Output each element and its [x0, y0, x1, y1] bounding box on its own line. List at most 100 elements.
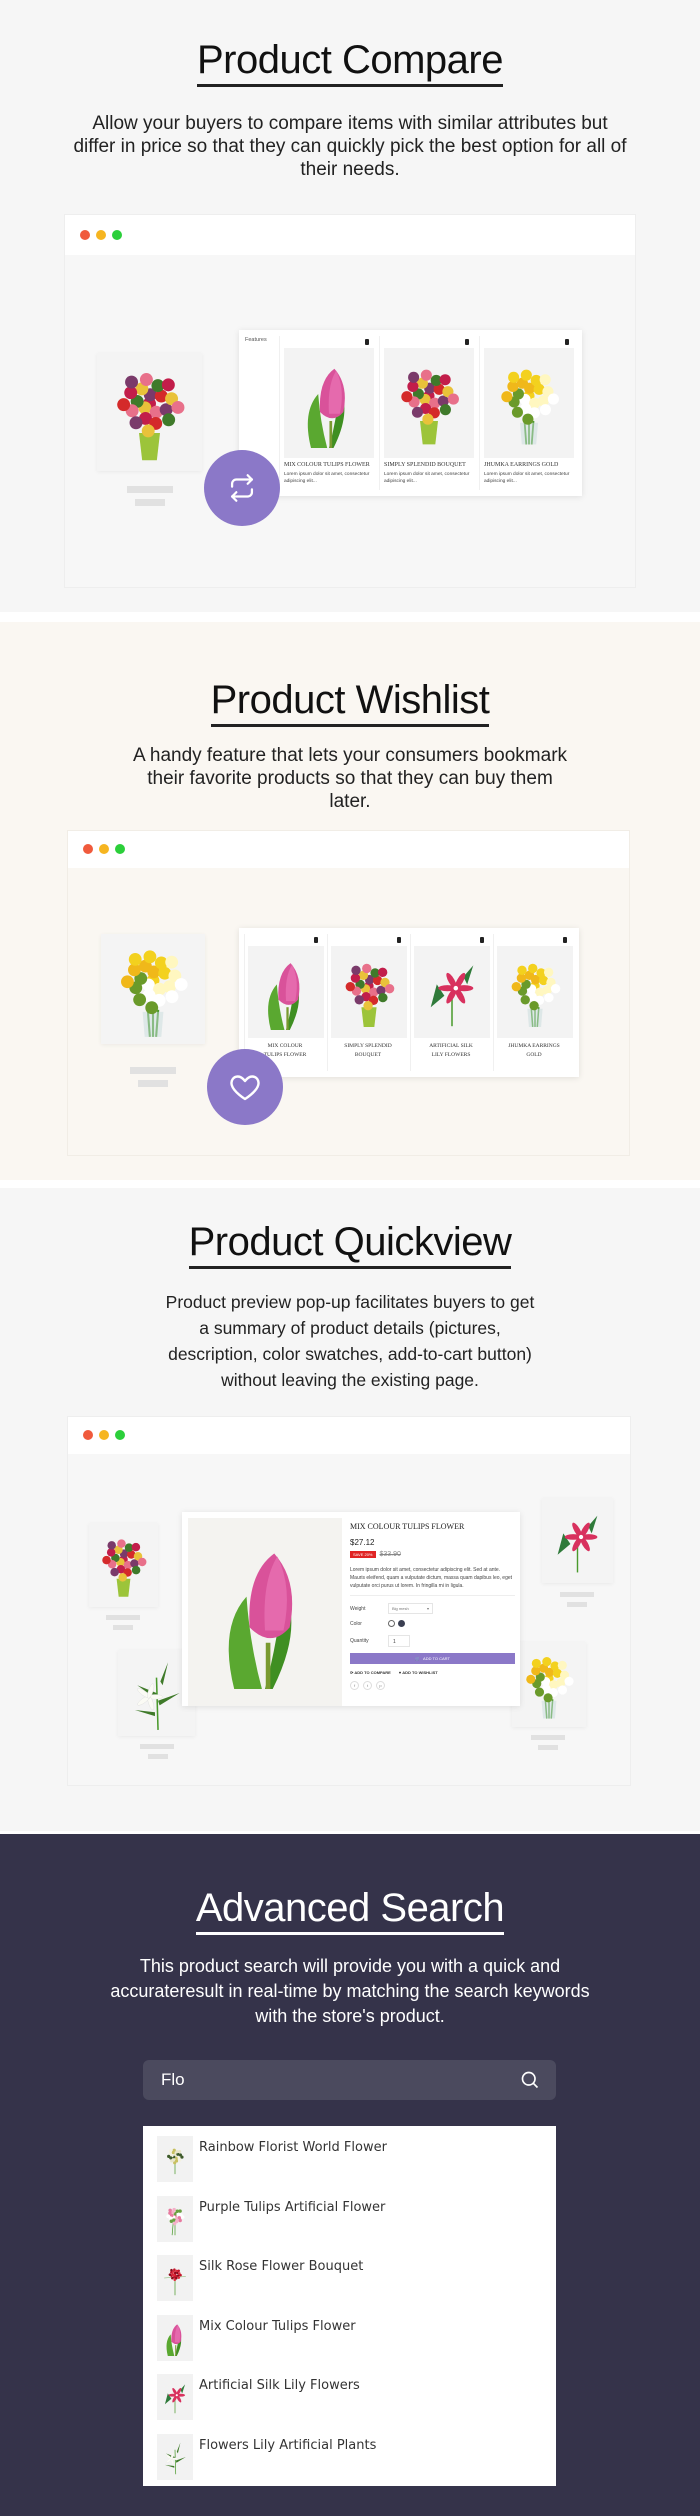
product-card[interactable]	[512, 1642, 586, 1727]
delete-icon[interactable]	[314, 937, 318, 943]
product-name: Jhumka Earrings Gold	[508, 1043, 560, 1058]
compare-arrows-icon	[230, 474, 254, 502]
placeholder-bar	[135, 499, 165, 506]
delete-icon[interactable]	[563, 937, 567, 943]
delete-icon[interactable]	[565, 339, 569, 345]
result-name: Mix Colour Tulips Flower	[199, 2318, 356, 2334]
search-icon[interactable]	[520, 2070, 540, 2090]
result-thumbnail	[157, 2314, 193, 2361]
compare-section: Product Compare Allow your buyers to com…	[0, 0, 700, 612]
placeholder-bar	[138, 1080, 168, 1087]
compare-title: Product Compare	[0, 38, 700, 87]
pinterest-icon[interactable]: p	[376, 1681, 385, 1690]
bouquet-mixed-image	[102, 1539, 147, 1597]
delete-icon[interactable]	[365, 339, 369, 345]
search-result-item[interactable]: Flowers Lily Artificial Plants	[157, 2433, 537, 2486]
product-image	[484, 348, 574, 458]
quickview-section: Product Quickview Product preview pop-up…	[0, 1188, 700, 1831]
maximize-dot-icon	[115, 1430, 125, 1440]
close-dot-icon	[83, 1430, 93, 1440]
browser-window: Features Mix Colour Tulips Flower Lorem …	[64, 214, 636, 588]
add-to-cart-button[interactable]: 🛒 ADD TO CART	[350, 1653, 515, 1664]
tulips-pink-image	[166, 2207, 185, 2235]
chevron-down-icon: ▾	[426, 1606, 429, 1611]
compare-column: Mix Colour Tulips Flower Lorem ipsum dol…	[279, 336, 375, 490]
search-result-item[interactable]: Purple Tulips Artificial Flower	[157, 2195, 537, 2248]
lily-pink-image	[557, 1515, 598, 1573]
bouquet-mixed-image	[117, 373, 185, 461]
quickview-title: Product Quickview	[0, 1220, 700, 1269]
product-card[interactable]	[97, 353, 202, 471]
product-name: Mix Colour Tulips Flower	[350, 1522, 465, 1531]
quantity-stepper[interactable]: 1	[388, 1635, 410, 1647]
weight-value: Big mesh	[392, 1606, 409, 1611]
compare-panel: Features Mix Colour Tulips Flower Lorem …	[239, 330, 582, 496]
search-result-item[interactable]: Rainbow Florist World Flower	[157, 2136, 537, 2188]
cart-icon: 🛒	[415, 1656, 421, 1661]
add-to-wishlist-link[interactable]: ♥ ADD TO WISHLIST	[399, 1670, 438, 1675]
search-result-item[interactable]: Mix Colour Tulips Flower	[157, 2314, 537, 2367]
product-image	[497, 946, 573, 1038]
color-swatch-white[interactable]	[388, 1620, 395, 1627]
compare-button[interactable]	[204, 450, 280, 526]
lily-pink-image	[430, 965, 474, 1027]
product-image	[188, 1518, 342, 1706]
wishlist-button[interactable]	[207, 1049, 283, 1125]
search-result-item[interactable]: Silk Rose Flower Bouquet	[157, 2255, 537, 2307]
product-description: Lorem ipsum dolor sit amet, consectetur …	[350, 1566, 515, 1596]
result-name: Artificial Silk Lily Flowers	[199, 2378, 360, 2393]
product-card[interactable]	[89, 1523, 158, 1607]
heart-icon	[230, 1075, 260, 1101]
result-thumbnail	[157, 2255, 193, 2301]
product-description: Lorem ipsum dolor sit amet, consectetur …	[484, 472, 570, 484]
placeholder-bar	[567, 1602, 587, 1607]
wishlist-section: Product Wishlist A handy feature that le…	[0, 622, 700, 1180]
result-name: Silk Rose Flower Bouquet	[199, 2259, 364, 2274]
placeholder-bar	[560, 1592, 594, 1597]
wishlist-description: A handy feature that lets your consumers…	[132, 745, 568, 812]
close-dot-icon	[80, 230, 90, 240]
search-description: This product search will provide you wit…	[110, 1956, 590, 2026]
delete-icon[interactable]	[397, 937, 401, 943]
tulip-image	[228, 1553, 293, 1689]
placeholder-bar	[140, 1744, 174, 1749]
placeholder-bar	[113, 1625, 133, 1630]
search-input[interactable]: Flo	[143, 2060, 556, 2100]
result-thumbnail	[157, 2136, 193, 2182]
twitter-icon[interactable]: t	[363, 1681, 372, 1690]
placeholder-bar	[538, 1745, 558, 1750]
wishlist-item: Jhumka Earrings Gold	[493, 934, 573, 1071]
placeholder-bar	[106, 1615, 140, 1620]
placeholder-bar	[130, 1067, 176, 1074]
browser-window: Mix Colour Tulips Flower $27.12 SAVE 20%…	[67, 1416, 631, 1786]
product-card[interactable]	[542, 1498, 613, 1583]
weight-label: Weight	[350, 1605, 366, 1612]
compare-column: Jhumka Earrings Gold Lorem ipsum dolor s…	[479, 336, 575, 490]
product-name: Artificial Silk Lily Flowers	[429, 1043, 473, 1058]
facebook-icon[interactable]: f	[350, 1681, 359, 1690]
color-swatch-dark[interactable]	[398, 1620, 405, 1627]
bouquet-yellow-image	[501, 369, 559, 445]
bouquet-yellow-image	[121, 950, 188, 1037]
compare-description: Allow your buyers to compare items with …	[73, 113, 627, 180]
delete-icon[interactable]	[465, 339, 469, 345]
minimize-dot-icon	[96, 230, 106, 240]
compare-column: Simply Splendid Bouquet Lorem ipsum dolo…	[379, 336, 475, 490]
search-title: Advanced Search	[0, 1886, 700, 1935]
save-badge: SAVE 20%	[350, 1551, 376, 1558]
product-card[interactable]	[101, 934, 205, 1044]
product-name: Simply Splendid Bouquet	[384, 462, 466, 468]
bouquet-mixed-image	[401, 369, 459, 445]
add-to-compare-link[interactable]: ⟳ ADD TO COMPARE	[350, 1670, 391, 1675]
product-image	[248, 946, 324, 1038]
delete-icon[interactable]	[480, 937, 484, 943]
close-dot-icon	[83, 844, 93, 854]
tulip-image	[268, 963, 300, 1030]
result-thumbnail	[157, 2374, 193, 2420]
weight-select[interactable]: Big mesh ▾	[388, 1603, 433, 1614]
placeholder-bar	[148, 1754, 168, 1759]
result-thumbnail	[157, 2195, 193, 2242]
result-name: Purple Tulips Artificial Flower	[199, 2199, 386, 2215]
search-result-item[interactable]: Artificial Silk Lily Flowers	[157, 2374, 537, 2426]
browser-window: Mix Colour Tulips Flower Simply Splendid…	[67, 830, 630, 1156]
